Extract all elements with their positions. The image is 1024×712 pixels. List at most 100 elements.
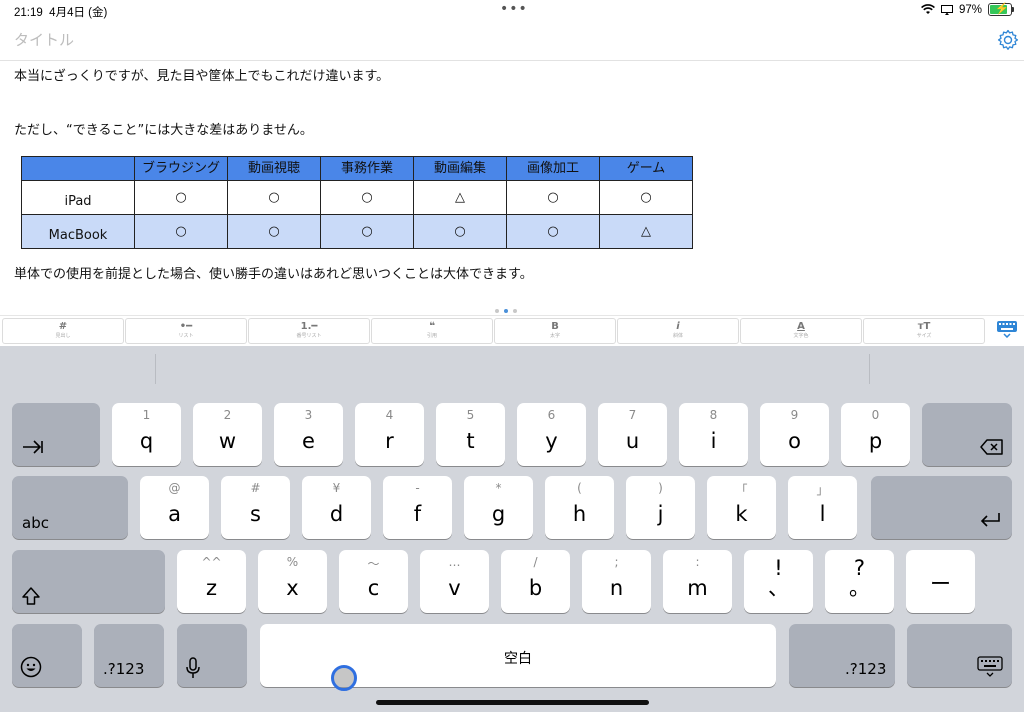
gear-icon[interactable] [996,28,1020,52]
key-f[interactable]: -f [383,476,452,539]
table-cell: ○ [599,180,693,215]
key-b[interactable]: / b [501,550,570,613]
return-key[interactable] [871,476,1012,539]
table-row-label: MacBook [21,214,135,249]
screen-mirroring-icon [940,4,953,15]
bold-button[interactable]: B 太字 [494,318,616,344]
status-time: 21:19 4月4日 (金) [14,7,108,19]
text-size-button[interactable]: ᴛT サイズ [863,318,985,344]
key-r[interactable]: 4r [355,403,424,466]
paragraph-3: 単体での使用を前提とした場合、使い勝手の違いはあれど思いつくことは大体できます。 [14,267,533,282]
table-row: MacBook ○ ○ ○ ○ ○ △ [21,214,693,249]
table-cell: ○ [506,214,600,249]
delete-key[interactable] [922,403,1012,466]
table-cell: △ [599,214,693,249]
wifi-icon [921,4,935,14]
format-toolbar: # 見出し •━ リスト 1.━ 番号リスト ❝ 引用 B 太字 i 斜体 A 文字色 ᴛT サ… [0,315,1024,346]
key-v[interactable]: … v [420,550,489,613]
key-exclamation[interactable]: ! 、 [744,550,813,613]
suggestion-divider [155,354,156,384]
table-cell: ○ [413,214,507,249]
title-row [0,24,1024,61]
key-q[interactable]: 1q [112,403,181,466]
key-o[interactable]: 9o [760,403,829,466]
table-cell: ○ [134,214,228,249]
dictation-key[interactable] [177,624,247,687]
table-header-cell: 動画編集 [413,156,507,181]
table-header-cell: 動画視聴 [227,156,321,181]
key-u[interactable]: 7u [598,403,667,466]
battery-percent: 97% [958,3,982,16]
title-input[interactable] [12,30,916,50]
key-t[interactable]: 5t [436,403,505,466]
key-i[interactable]: 8i [679,403,748,466]
keyboard-toggle-icon[interactable] [996,320,1018,338]
key-question[interactable]: ? 。 [825,550,894,613]
table-header-cell: ゲーム [599,156,693,181]
key-e[interactable]: 3e [274,403,343,466]
return-icon [980,513,1000,527]
status-right: 97% ⚡ [921,3,1014,16]
status-bar: 21:19 4月4日 (金) ••• 97% ⚡ [0,0,1024,22]
software-keyboard: 1q 2w 3e 4r 5t 6y 7u 8i 9o 0p abc @ a # s … [0,346,1024,712]
key-c[interactable]: 〜 c [339,550,408,613]
key-y[interactable]: 6y [517,403,586,466]
key-k[interactable]: 「k [707,476,776,539]
emoji-icon [20,656,42,678]
backspace-icon [980,439,1003,455]
touch-indicator [331,665,357,691]
key-j[interactable]: ) j [626,476,695,539]
bullet-list-button[interactable]: •━ リスト [125,318,247,344]
microphone-icon [186,657,200,678]
paragraph-2: ただし、“できること”には大きな差はありません。 [14,123,313,138]
key-m[interactable]: :m [663,550,732,613]
suggestion-divider [869,354,870,384]
shift-icon [22,587,40,605]
key-d[interactable]: ¥ d [302,476,371,539]
key-x[interactable]: % x [258,550,327,613]
key-long-vowel[interactable]: ー [906,550,975,613]
comparison-table: ブラウジング 動画視聴 事務作業 動画編集 画像加工 ゲーム iPad ○ ○ … [21,156,693,249]
battery-icon: ⚡ [988,3,1014,16]
table-row: iPad ○ ○ ○ △ ○ ○ [21,180,693,215]
tab-key[interactable] [12,403,100,466]
home-indicator[interactable] [376,700,649,705]
table-header-cell [21,156,135,181]
shift-key[interactable] [12,550,165,613]
key-h[interactable]: (h [545,476,614,539]
key-g[interactable]: * g [464,476,533,539]
table-cell: ○ [227,214,321,249]
italic-button[interactable]: i 斜体 [617,318,739,344]
table-header-cell: 画像加工 [506,156,600,181]
key-l[interactable]: 」 l [788,476,857,539]
abc-key[interactable]: abc [12,476,128,539]
toolbar-page-indicator [495,309,517,313]
table-cell: ○ [320,180,414,215]
table-row-label: iPad [21,180,135,215]
key-s[interactable]: # s [221,476,290,539]
table-header-row: ブラウジング 動画視聴 事務作業 動画編集 画像加工 ゲーム [21,156,693,181]
number-mode-key-right[interactable]: .?123 [789,624,895,687]
table-header-cell: 事務作業 [320,156,414,181]
emoji-key[interactable] [12,624,82,687]
keyboard-dismiss-icon [977,656,1003,677]
table-cell: ○ [134,180,228,215]
numbered-list-button[interactable]: 1.━ 番号リスト [248,318,370,344]
key-w[interactable]: 2w [193,403,262,466]
text-color-button[interactable]: A 文字色 [740,318,862,344]
key-a[interactable]: @ a [140,476,209,539]
table-cell: ○ [227,180,321,215]
key-p[interactable]: 0p [841,403,910,466]
table-header-cell: ブラウジング [134,156,228,181]
quote-button[interactable]: ❝ 引用 [371,318,493,344]
key-z[interactable]: ^^ z [177,550,246,613]
table-cell: ○ [506,180,600,215]
heading-button[interactable]: # 見出し [2,318,124,344]
key-n[interactable]: ; n [582,550,651,613]
table-cell: ○ [320,214,414,249]
hide-keyboard-key[interactable] [907,624,1012,687]
table-cell: △ [413,180,507,215]
tab-icon [23,440,43,454]
multitasking-dots-icon[interactable]: ••• [500,1,528,17]
number-mode-key[interactable]: .?123 [94,624,164,687]
